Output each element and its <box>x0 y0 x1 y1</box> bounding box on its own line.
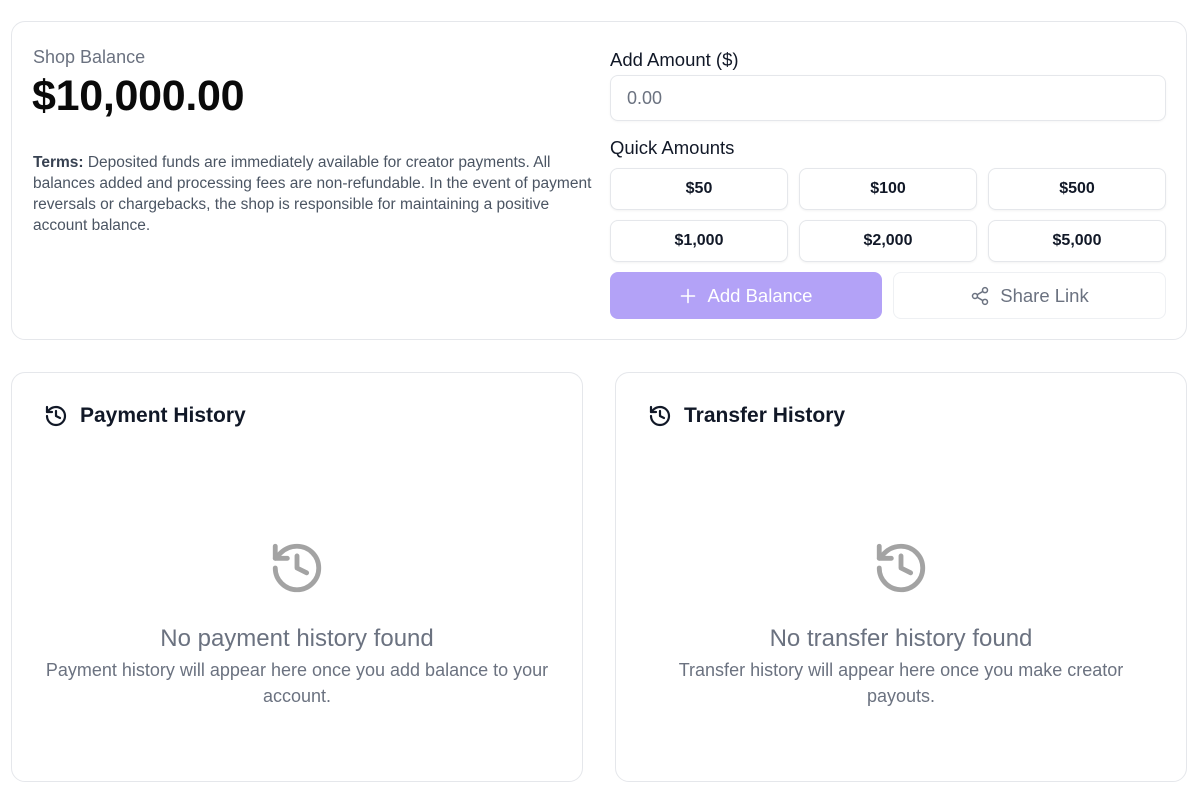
history-icon <box>272 543 322 593</box>
share-icon <box>972 286 989 305</box>
quick-amount-50-button[interactable]: $50 <box>610 168 788 210</box>
transfer-history-title: Transfer History <box>684 404 846 427</box>
quick-amount-500-button[interactable]: $500 <box>988 168 1166 210</box>
history-icon <box>649 405 671 427</box>
payment-history-header: Payment History <box>44 404 246 428</box>
add-amount-label: Add Amount ($) <box>610 49 739 70</box>
quick-amount-1000-button[interactable]: $1,000 <box>610 220 788 262</box>
transfer-empty-title: No transfer history found <box>769 625 1033 652</box>
share-link-button[interactable]: Share Link <box>893 272 1166 319</box>
history-icon <box>876 543 926 593</box>
transfer-history-card: Transfer History No transfer history fou… <box>615 372 1187 782</box>
quick-amount-5000-button[interactable]: $5,000 <box>988 220 1166 262</box>
payment-history-title: Payment History <box>80 404 246 427</box>
add-balance-button[interactable]: Add Balance <box>610 272 882 319</box>
payment-empty-description: Payment history will appear here once yo… <box>45 660 549 706</box>
plus-icon <box>680 288 695 303</box>
quick-amount-100-button[interactable]: $100 <box>799 168 977 210</box>
shop-balance-amount: $10,000.00 <box>32 72 245 120</box>
add-balance-label: Add Balance <box>707 284 813 306</box>
terms-label: Terms: <box>33 154 84 171</box>
payment-empty-title: No payment history found <box>160 625 434 652</box>
share-link-label: Share Link <box>1000 284 1089 306</box>
terms-body: Deposited funds are immediately availabl… <box>33 154 592 234</box>
transfer-history-header: Transfer History <box>648 404 845 428</box>
transfer-empty-description: Transfer history will appear here once y… <box>678 660 1124 706</box>
quick-amounts-label: Quick Amounts <box>610 137 735 158</box>
add-amount-input[interactable] <box>610 75 1166 121</box>
balance-card: Shop Balance $10,000.00 Terms: Deposited… <box>11 21 1187 340</box>
terms-text: Terms: Deposited funds are immediately a… <box>33 152 593 236</box>
quick-amount-2000-button[interactable]: $2,000 <box>799 220 977 262</box>
history-icon <box>45 405 67 427</box>
shop-balance-label: Shop Balance <box>33 47 146 67</box>
payment-history-card: Payment History No payment history found… <box>11 372 583 782</box>
